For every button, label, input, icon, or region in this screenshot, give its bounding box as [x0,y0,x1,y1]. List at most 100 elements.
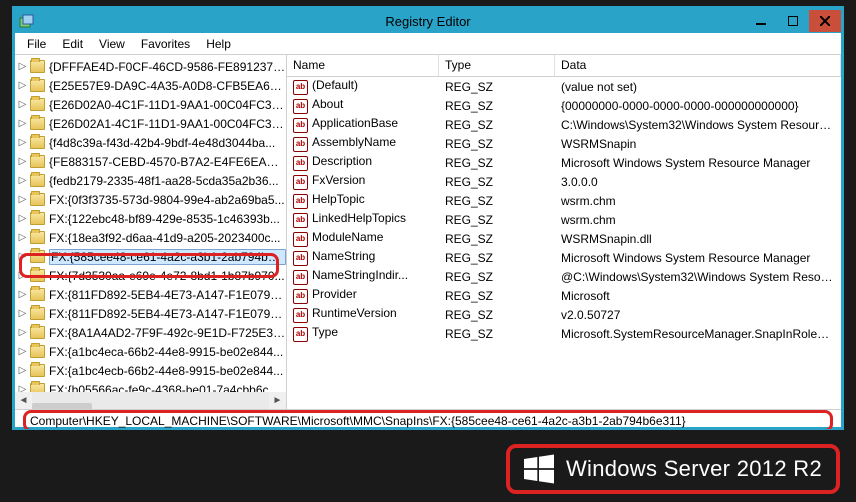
statusbar: Computer\HKEY_LOCAL_MACHINE\SOFTWARE\Mic… [15,409,841,429]
expand-icon[interactable]: ▷ [17,365,28,376]
folder-icon [30,117,45,130]
tree-item[interactable]: ▷FX:{122ebc48-bf89-429e-8535-1c46393b... [15,209,286,228]
tree-item[interactable]: ▷{FE883157-CEBD-4570-B7A2-E4FE6EABE... [15,152,286,171]
maximize-button[interactable] [777,10,809,32]
tree-item[interactable]: ▷{E25E57E9-DA9C-4A35-A0D8-CFB5EA6A... [15,76,286,95]
expand-icon[interactable]: ▷ [17,289,28,300]
minimize-button[interactable] [745,10,777,32]
list-row[interactable]: NameStringREG_SZMicrosoft Windows System… [287,248,841,267]
windows-server-badge: Windows Server 2012 R2 [506,444,840,494]
expand-icon[interactable]: ▷ [17,308,28,319]
value-data-cell: v2.0.50727 [555,308,841,322]
tree-item[interactable]: ▷ {fedb2179-2335-48f1-aa28-5cda35a2b36... [15,171,286,190]
col-header-data[interactable]: Data [555,55,841,76]
tree-item[interactable]: ▷ FX:{0f3f3735-573d-9804-99e4-ab2a69ba5..… [15,190,286,209]
expand-icon[interactable]: ▷ [17,137,28,148]
value-data-cell: wsrm.chm [555,213,841,227]
folder-icon [30,288,45,301]
expand-icon[interactable]: ▷ [17,270,28,281]
value-name-cell: NameStringIndir... [287,268,439,285]
tree-item[interactable]: ▷FX:{585cee48-ce61-4a2c-a3b1-2ab794b6... [15,247,286,266]
tree-item-label: {f4d8c39a-f43d-42b4-9bdf-4e48d3044ba... [49,136,275,150]
menu-favorites[interactable]: Favorites [133,35,198,53]
list-row[interactable]: (Default)REG_SZ(value not set) [287,77,841,96]
tree-item[interactable]: ▷FX:{811FD892-5EB4-4E73-A147-F1E079E3... [15,304,286,323]
string-value-icon [293,232,308,247]
folder-icon [30,60,45,73]
expand-icon[interactable]: ▷ [17,327,28,338]
expand-icon[interactable]: ▷ [17,156,28,167]
statusbar-highlight: Computer\HKEY_LOCAL_MACHINE\SOFTWARE\Mic… [23,410,833,429]
tree-item[interactable]: ▷FX:{a1bc4ecb-66b2-44e8-9915-be02e844... [15,361,286,380]
expand-icon[interactable]: ▷ [17,80,28,91]
tree-item-label: FX:{a1bc4eca-66b2-44e8-9915-be02e844... [49,345,283,359]
folder-icon [30,269,45,282]
list-row[interactable]: ModuleNameREG_SZWSRMSnapin.dll [287,229,841,248]
list-row[interactable]: HelpTopicREG_SZwsrm.chm [287,191,841,210]
string-value-icon [293,251,308,266]
scroll-right-icon[interactable]: ► [269,392,286,409]
value-type-cell: REG_SZ [439,270,555,284]
value-type-cell: REG_SZ [439,213,555,227]
list-row[interactable]: TypeREG_SZMicrosoft.SystemResourceManage… [287,324,841,343]
tree-item[interactable]: ▷FX:{18ea3f92-d6aa-41d9-a205-2023400c... [15,228,286,247]
values-pane[interactable]: Name Type Data (Default)REG_SZ(value not… [287,55,841,409]
expand-icon[interactable]: ▷ [17,346,28,357]
tree-item-label: FX:{0f3f3735-573d-9804-99e4-ab2a69ba5... [49,193,285,207]
list-row[interactable]: NameStringIndir...REG_SZ@C:\Windows\Syst… [287,267,841,286]
windows-logo-icon [524,454,554,484]
tree-item[interactable]: ▷ FX:{7d3530aa-e69e-4e72-8bd1-1b87b970... [15,266,286,285]
string-value-icon [293,99,308,114]
tree-item-label: FX:{7d3530aa-e69e-4e72-8bd1-1b87b970... [49,269,285,283]
tree-pane[interactable]: ▷{DFFFAE4D-F0CF-46CD-9586-FE891237A...▷{… [15,55,287,409]
expand-icon[interactable]: ▷ [17,251,28,262]
tree-item[interactable]: ▷ {f4d8c39a-f43d-42b4-9bdf-4e48d3044ba... [15,133,286,152]
expand-icon[interactable]: ▷ [17,61,28,72]
tree-item[interactable]: ▷ FX:{8A1A4AD2-7F9F-492c-9E1D-F725E3C... [15,323,286,342]
list-row[interactable]: ApplicationBaseREG_SZC:\Windows\System32… [287,115,841,134]
tree-item-label: {DFFFAE4D-F0CF-46CD-9586-FE891237A... [49,60,286,74]
tree-item-label: FX:{811FD892-5EB4-4E73-A147-F1E079E3... [49,288,286,302]
expand-icon[interactable]: ▷ [17,213,28,224]
value-type-cell: REG_SZ [439,327,555,341]
expand-icon[interactable]: ▷ [17,99,28,110]
list-row[interactable]: AssemblyNameREG_SZWSRMSnapin [287,134,841,153]
list-row[interactable]: DescriptionREG_SZMicrosoft Windows Syste… [287,153,841,172]
tree-item-label: FX:{8A1A4AD2-7F9F-492c-9E1D-F725E3C... [49,326,286,340]
menu-file[interactable]: File [19,35,54,53]
value-type-cell: REG_SZ [439,308,555,322]
tree-item[interactable]: ▷ FX:{811FD892-5EB4-4E73-A147-F1E079E3... [15,285,286,304]
list-row[interactable]: RuntimeVersionREG_SZv2.0.50727 [287,305,841,324]
list-header[interactable]: Name Type Data [287,55,841,77]
tree-item[interactable]: ▷ {E26D02A0-4C1F-11D1-9AA1-00C04FC33... [15,95,286,114]
list-row[interactable]: LinkedHelpTopicsREG_SZwsrm.chm [287,210,841,229]
col-header-type[interactable]: Type [439,55,555,76]
menu-edit[interactable]: Edit [54,35,91,53]
tree-item[interactable]: ▷ FX:{a1bc4eca-66b2-44e8-9915-be02e844... [15,342,286,361]
tree-item-label: {E26D02A1-4C1F-11D1-9AA1-00C04FC33... [49,117,286,131]
string-value-icon [293,327,308,342]
menu-help[interactable]: Help [198,35,239,53]
list-row[interactable]: ProviderREG_SZMicrosoft [287,286,841,305]
expand-icon[interactable]: ▷ [17,118,28,129]
scroll-thumb[interactable] [32,403,92,410]
tree-item-label: {fedb2179-2335-48f1-aa28-5cda35a2b36... [49,174,279,188]
folder-icon [30,155,45,168]
value-name-cell: AssemblyName [287,135,439,152]
col-header-name[interactable]: Name [287,55,439,76]
tree-item[interactable]: ▷ {DFFFAE4D-F0CF-46CD-9586-FE891237A... [15,57,286,76]
menu-view[interactable]: View [91,35,133,53]
expand-icon[interactable]: ▷ [17,175,28,186]
list-row[interactable]: AboutREG_SZ{00000000-0000-0000-0000-0000… [287,96,841,115]
tree-hscrollbar[interactable]: ◄ ► [15,392,286,409]
value-name-cell: ApplicationBase [287,116,439,133]
value-name-cell: FxVersion [287,173,439,190]
list-row[interactable]: FxVersionREG_SZ3.0.0.0 [287,172,841,191]
close-button[interactable] [809,10,841,32]
tree-item[interactable]: ▷ {E26D02A1-4C1F-11D1-9AA1-00C04FC33... [15,114,286,133]
scroll-left-icon[interactable]: ◄ [15,392,32,409]
tree-item-label: {E26D02A0-4C1F-11D1-9AA1-00C04FC33... [49,98,286,112]
titlebar[interactable]: Registry Editor [15,9,841,33]
expand-icon[interactable]: ▷ [17,232,28,243]
expand-icon[interactable]: ▷ [17,194,28,205]
